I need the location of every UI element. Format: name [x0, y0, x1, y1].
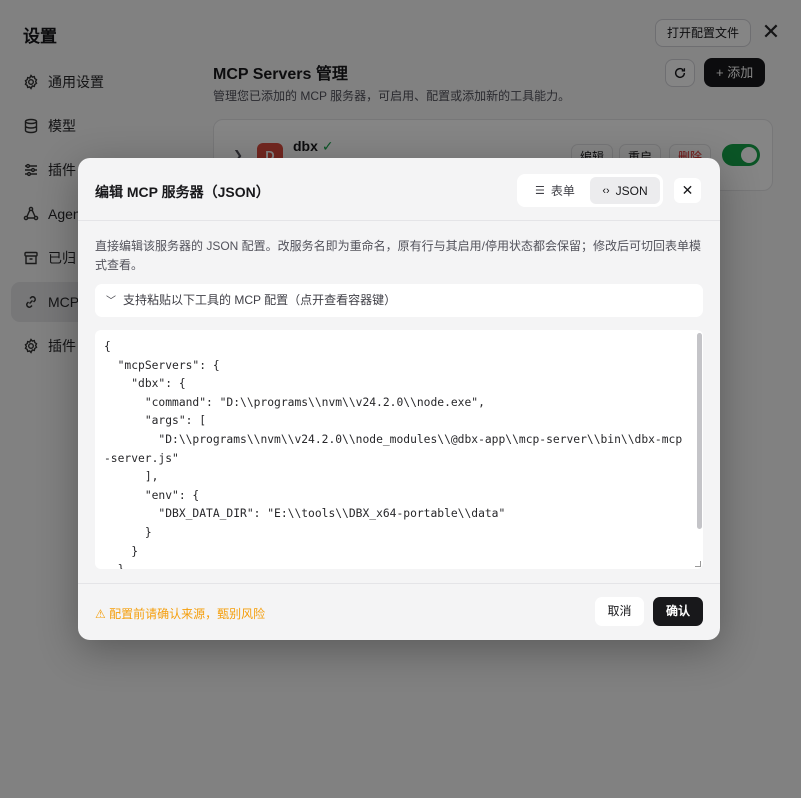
confirm-button[interactable]: 确认 — [653, 597, 703, 626]
supported-tools-collapse[interactable]: ﹀ 支持粘贴以下工具的 MCP 配置（点开查看容器键） — [95, 284, 703, 317]
scrollbar[interactable] — [695, 330, 703, 569]
cancel-button[interactable]: 取消 — [595, 597, 644, 626]
dialog-description: 直接编辑该服务器的 JSON 配置。改服务名即为重命名，原有行与其启用/停用状态… — [95, 239, 702, 272]
tab-json[interactable]: ‹› JSON — [590, 177, 660, 204]
risk-warning: ⚠ 配置前请确认来源，甄别风险 — [95, 607, 266, 621]
dialog-title: 编辑 MCP 服务器（JSON） — [95, 184, 270, 200]
tab-json-label: JSON — [615, 183, 648, 198]
list-icon: ☰ — [535, 185, 545, 197]
tab-form-label: 表单 — [550, 184, 575, 198]
scrollbar-thumb[interactable] — [697, 333, 702, 529]
close-icon[interactable]: ✕ — [674, 178, 701, 203]
code-icon: ‹› — [602, 184, 610, 197]
chevron-down-icon: ﹀ — [106, 296, 116, 307]
dialog-header: 编辑 MCP 服务器（JSON） ☰ 表单 ‹› JSON ✕ — [78, 158, 720, 221]
json-editor-content[interactable]: { "mcpServers": { "dbx": { "command": "D… — [95, 330, 703, 569]
resize-handle[interactable] — [695, 561, 701, 567]
view-mode-toggle: ☰ 表单 ‹› JSON — [517, 174, 663, 207]
edit-server-dialog: 编辑 MCP 服务器（JSON） ☰ 表单 ‹› JSON ✕ 直接编辑该服务器… — [78, 158, 720, 640]
json-editor[interactable]: { "mcpServers": { "dbx": { "command": "D… — [95, 330, 703, 569]
tab-form[interactable]: ☰ 表单 — [520, 177, 590, 204]
collapse-label: 支持粘贴以下工具的 MCP 配置（点开查看容器键） — [123, 293, 397, 307]
dialog-footer: ⚠ 配置前请确认来源，甄别风险 取消 确认 — [78, 583, 720, 640]
